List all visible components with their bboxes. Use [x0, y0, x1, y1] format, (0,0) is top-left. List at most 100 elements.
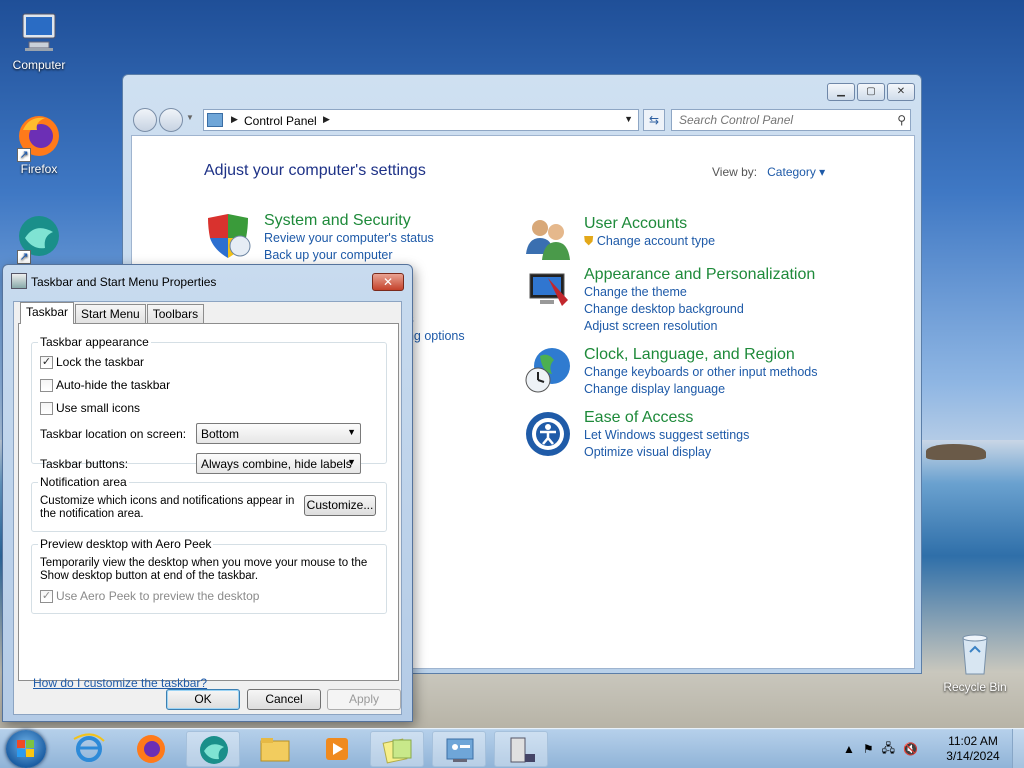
customize-button[interactable]: Customize...: [304, 495, 376, 516]
ok-button[interactable]: OK: [166, 689, 240, 710]
group-taskbar-appearance: Taskbar appearance ✓ Lock the taskbar Au…: [31, 335, 387, 474]
taskbar-properties-icon: [11, 273, 27, 289]
category-link[interactable]: Change keyboards or other input methods: [584, 364, 817, 381]
system-tray: ▲ ⚑ 🖧 🔇: [843, 729, 918, 768]
help-link[interactable]: How do I customize the taskbar?: [33, 676, 207, 690]
taskbar-taskbar-properties[interactable]: [494, 731, 548, 767]
chevron-down-icon: ▼: [347, 457, 356, 467]
category-user-accounts: User Accounts ⛊ Change account type: [584, 215, 715, 250]
desktop-icon-firefox[interactable]: ↗ Firefox: [4, 112, 74, 176]
computer-icon: [15, 8, 63, 56]
apply-button[interactable]: Apply: [327, 689, 401, 710]
window-controls: ▁ ▢ ✕: [827, 83, 915, 101]
checkbox-label: Lock the taskbar: [56, 355, 145, 369]
category-title[interactable]: System and Security: [264, 212, 434, 230]
start-button[interactable]: [6, 730, 46, 768]
show-hidden-icons-button[interactable]: ▲: [843, 742, 855, 756]
chevron-down-icon: ▼: [347, 427, 356, 437]
minimize-button[interactable]: ▁: [827, 83, 855, 101]
group-label: Taskbar appearance: [38, 335, 151, 349]
app-icon: ↗: [15, 214, 63, 264]
display-icon: [524, 266, 572, 314]
taskbar-buttons-select[interactable]: Always combine, hide labels ▼: [196, 453, 361, 474]
aero-description: Temporarily view the desktop when you mo…: [40, 557, 368, 582]
category-title[interactable]: Ease of Access: [584, 409, 749, 427]
dialog-body: Taskbar Start Menu Toolbars Taskbar appe…: [13, 301, 402, 715]
clock[interactable]: 11:02 AM 3/14/2024: [940, 734, 1006, 764]
taskbar-media-player[interactable]: [310, 731, 364, 767]
close-button[interactable]: ✕: [887, 83, 915, 101]
tab-taskbar[interactable]: Taskbar: [20, 302, 75, 324]
maximize-button[interactable]: ▢: [857, 83, 885, 101]
category-link[interactable]: Change desktop background: [584, 301, 815, 318]
taskbar-sticky-notes[interactable]: [370, 731, 424, 767]
category-title[interactable]: Appearance and Personalization: [584, 266, 815, 284]
tab-start-menu[interactable]: Start Menu: [75, 304, 146, 324]
taskbar-app[interactable]: [186, 731, 240, 767]
view-by: View by: Category ▾: [712, 165, 825, 179]
taskbar-control-panel[interactable]: [432, 731, 486, 767]
category-link[interactable]: Change display language: [584, 381, 817, 398]
view-by-dropdown[interactable]: Category ▾: [767, 165, 825, 179]
shield-icon: [204, 212, 252, 260]
dialog-close-button[interactable]: ✕: [372, 273, 404, 291]
firefox-icon: ↗: [15, 112, 63, 162]
forward-button[interactable]: [159, 108, 183, 132]
category-link[interactable]: Adjust screen resolution: [584, 318, 815, 335]
desktop-icon-recycle-bin[interactable]: Recycle Bin: [940, 630, 1010, 694]
recycle-bin-icon: [951, 630, 999, 678]
autohide-taskbar-checkbox[interactable]: Auto-hide the taskbar: [40, 378, 170, 392]
notification-description: Customize which icons and notifications …: [40, 495, 295, 520]
tab-toolbars[interactable]: Toolbars: [146, 304, 205, 324]
category-link[interactable]: Review your computer's status: [264, 230, 434, 247]
search-icon[interactable]: ⚲: [897, 113, 906, 127]
aero-peek-checkbox[interactable]: ✓ Use Aero Peek to preview the desktop: [40, 589, 259, 603]
checkbox-label: Use small icons: [56, 401, 141, 415]
taskbar-file-explorer[interactable]: [248, 731, 302, 767]
category-title[interactable]: Clock, Language, and Region: [584, 346, 817, 364]
address-bar[interactable]: ▶ Control Panel ▶ ▼: [203, 109, 639, 131]
breadcrumb-control-panel[interactable]: Control Panel: [244, 114, 317, 128]
clock-date: 3/14/2024: [946, 749, 1000, 763]
taskbar-firefox[interactable]: [124, 731, 178, 767]
back-button[interactable]: [133, 108, 157, 132]
users-icon: [524, 214, 572, 262]
app-icon: [200, 736, 228, 764]
checkbox-label: Auto-hide the taskbar: [56, 378, 171, 392]
desktop-icon-label: Computer: [12, 58, 66, 72]
address-dropdown-icon[interactable]: ▼: [624, 114, 633, 124]
category-title[interactable]: User Accounts: [584, 215, 715, 233]
category-link[interactable]: Back up your computer: [264, 247, 434, 264]
category-link[interactable]: Optimize visual display: [584, 444, 749, 461]
category-link[interactable]: ⛊ Change account type: [584, 233, 715, 250]
category-ease-of-access: Ease of Access Let Windows suggest setti…: [584, 409, 749, 461]
link-text: Change account type: [596, 234, 716, 248]
search-input[interactable]: [672, 110, 882, 130]
desktop-icon-app[interactable]: ↗: [4, 214, 74, 264]
control-panel-icon: [207, 113, 223, 127]
taskbar-location-select[interactable]: Bottom ▼: [196, 423, 361, 444]
recent-pages-icon[interactable]: ▼: [186, 113, 194, 122]
search-box[interactable]: ⚲: [671, 109, 911, 131]
shortcut-arrow-icon: ↗: [17, 250, 31, 264]
taskbar-internet-explorer[interactable]: [62, 731, 116, 767]
refresh-button[interactable]: ⇆: [643, 109, 665, 131]
network-icon[interactable]: 🖧: [882, 739, 895, 760]
control-panel-icon: [446, 738, 474, 762]
show-desktop-button[interactable]: [1012, 729, 1024, 768]
category-link[interactable]: Let Windows suggest settings: [584, 427, 749, 444]
category-link[interactable]: Change the theme: [584, 284, 815, 301]
small-icons-checkbox[interactable]: Use small icons: [40, 401, 140, 415]
breadcrumb-separator-icon[interactable]: ▶: [231, 114, 238, 125]
desktop-icon-computer[interactable]: Computer: [4, 8, 74, 72]
uac-shield-icon: ⛊: [584, 234, 594, 248]
taskbar-properties-icon: [510, 737, 535, 763]
tab-strip: Taskbar Start Menu Toolbars: [20, 302, 205, 324]
tab-panel-taskbar: Taskbar appearance ✓ Lock the taskbar Au…: [18, 323, 399, 690]
cancel-button[interactable]: Cancel: [247, 689, 321, 710]
lock-taskbar-checkbox[interactable]: ✓ Lock the taskbar: [40, 355, 144, 369]
breadcrumb-separator-icon[interactable]: ▶: [323, 114, 330, 125]
action-center-flag-icon[interactable]: ⚑: [863, 742, 874, 756]
internet-explorer-icon: [73, 733, 105, 762]
volume-muted-icon[interactable]: 🔇: [903, 742, 918, 756]
